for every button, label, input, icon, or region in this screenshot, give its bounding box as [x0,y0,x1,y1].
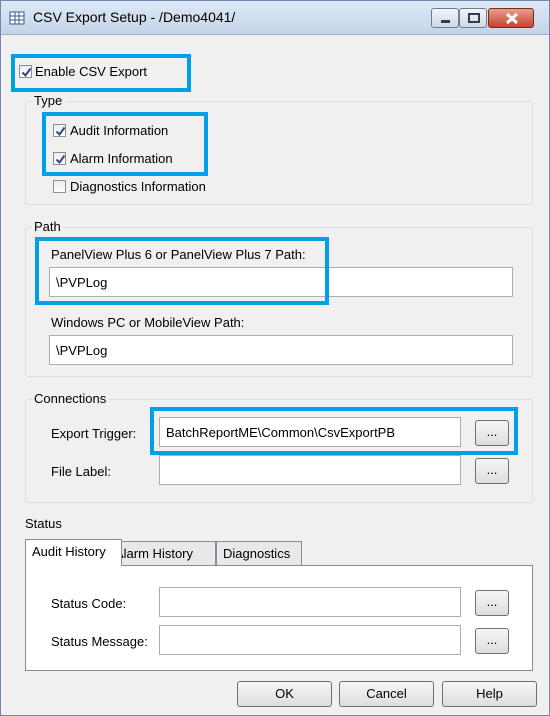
status-message-label: Status Message: [51,634,148,649]
status-code-browse-button[interactable]: ... [475,590,509,616]
type-group-title: Type [31,93,66,108]
checkmark-icon [55,126,66,137]
audit-information-label: Audit Information [70,123,169,138]
panelview-path-input[interactable]: \PVPLog [49,267,513,297]
help-button[interactable]: Help [442,681,537,707]
checkmark-icon [21,67,32,78]
diagnostics-information-checkbox[interactable] [53,180,66,193]
ok-button[interactable]: OK [237,681,332,707]
export-trigger-input[interactable]: BatchReportME\Common\CsvExportPB [159,417,461,447]
status-title: Status [25,516,62,531]
alarm-information-label: Alarm Information [70,151,173,166]
windows-path-input[interactable]: \PVPLog [49,335,513,365]
tab-audit-history[interactable]: Audit History [25,539,122,566]
tab-diagnostics[interactable]: Diagnostics [216,541,302,565]
enable-csv-export-checkbox[interactable] [19,65,32,78]
file-label-browse-button[interactable]: ... [475,458,509,484]
status-tab-panel [25,565,533,671]
export-trigger-label: Export Trigger: [51,426,137,441]
tab-alarm-history[interactable]: Alarm History [108,541,216,565]
table-icon [9,10,25,26]
cancel-button[interactable]: Cancel [339,681,434,707]
status-message-browse-button[interactable]: ... [475,628,509,654]
export-trigger-browse-button[interactable]: ... [475,420,509,446]
connections-group [25,399,533,503]
panelview-path-label: PanelView Plus 6 or PanelView Plus 7 Pat… [51,247,306,262]
status-code-input[interactable] [159,587,461,617]
title-bar[interactable]: CSV Export Setup - /Demo4041/ [1,1,549,35]
checkmark-icon [55,154,66,165]
audit-information-checkbox[interactable] [53,124,66,137]
status-message-input[interactable] [159,625,461,655]
file-label-input[interactable] [159,455,461,485]
file-label-label: File Label: [51,464,111,479]
csv-export-setup-dialog: CSV Export Setup - /Demo4041/ Enable CSV… [0,0,550,716]
connections-group-title: Connections [31,391,110,406]
close-icon [505,12,519,25]
window-title: CSV Export Setup - /Demo4041/ [33,9,236,25]
minimize-button[interactable] [431,8,459,28]
alarm-information-checkbox[interactable] [53,152,66,165]
maximize-button[interactable] [459,8,487,28]
path-group-title: Path [31,219,64,234]
enable-csv-export-label: Enable CSV Export [35,64,148,79]
windows-path-label: Windows PC or MobileView Path: [51,315,245,330]
status-code-label: Status Code: [51,596,127,611]
diagnostics-information-label: Diagnostics Information [70,179,206,194]
close-button[interactable] [488,8,534,28]
